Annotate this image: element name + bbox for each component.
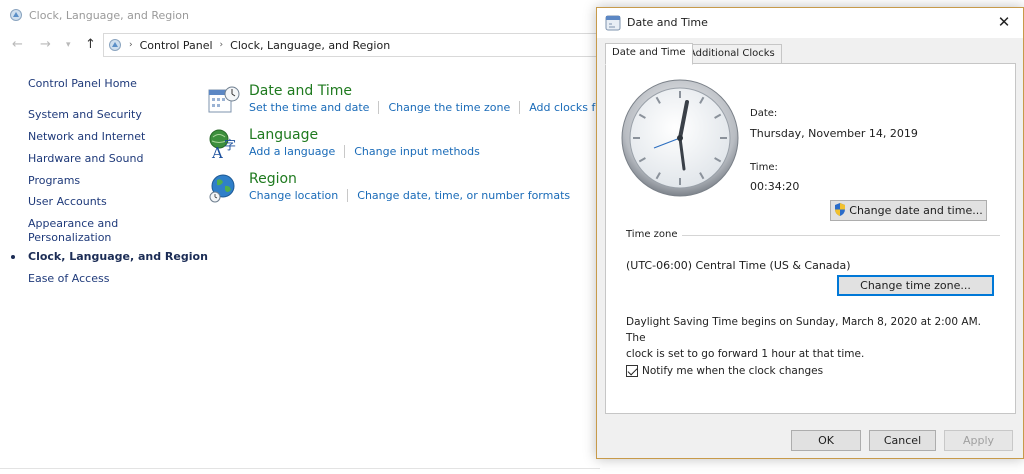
tab-additional-clocks[interactable]: Additional Clocks <box>682 44 782 64</box>
time-zone-value: (UTC-06:00) Central Time (US & Canada) <box>626 259 851 272</box>
uac-shield-icon <box>835 203 846 216</box>
breadcrumb-separator-icon[interactable]: › <box>129 40 133 50</box>
dst-info-line-2: clock is set to go forward 1 hour at tha… <box>626 348 865 360</box>
language-title[interactable]: Language <box>249 127 318 143</box>
clock-icon <box>605 15 621 31</box>
svg-text:A: A <box>211 144 223 160</box>
region-title[interactable]: Region <box>249 171 297 187</box>
navigation-bar: ← → ▾ ↑ › Control Panel › Clock, Languag… <box>0 33 603 57</box>
svg-text:字: 字 <box>224 137 236 152</box>
date-and-time-dialog: Date and Time ✕ Date and Time Additional… <box>596 7 1024 459</box>
dst-info-text: Daylight Saving Time begins on Sunday, M… <box>626 314 996 362</box>
up-icon[interactable]: ↑ <box>85 37 96 52</box>
tab-date-and-time[interactable]: Date and Time <box>605 43 693 65</box>
breadcrumb-separator-icon[interactable]: › <box>220 40 224 50</box>
dst-info-line-1: Daylight Saving Time begins on Sunday, M… <box>626 316 981 344</box>
current-item-bullet <box>11 255 15 259</box>
window-bottom-edge <box>0 468 600 474</box>
globe-clock-icon <box>209 174 235 203</box>
apply-button[interactable]: Apply <box>944 430 1013 451</box>
change-date-and-time-label: Change date and time... <box>849 204 983 217</box>
control-panel-icon <box>109 39 121 51</box>
link-change-time-zone[interactable]: Change the time zone <box>388 101 510 114</box>
link-set-time-and-date[interactable]: Set the time and date <box>249 101 369 114</box>
back-icon[interactable]: ← <box>12 37 23 52</box>
sidebar-item-hardware-and-sound[interactable]: Hardware and Sound <box>28 152 143 166</box>
change-date-and-time-button[interactable]: Change date and time... <box>830 200 987 221</box>
sidebar-item-user-accounts[interactable]: User Accounts <box>28 195 107 209</box>
sidebar-item-ease-of-access[interactable]: Ease of Access <box>28 272 109 286</box>
analog-clock-icon <box>621 79 739 197</box>
language-icon: A 字 <box>209 129 236 160</box>
cancel-button[interactable]: Cancel <box>869 430 936 451</box>
sidebar-item-control-panel-home[interactable]: Control Panel Home <box>28 77 137 91</box>
time-zone-group-label: Time zone <box>626 229 678 240</box>
region-links: Change location Change date, time, or nu… <box>249 189 570 202</box>
link-divider <box>378 101 380 114</box>
notify-checkbox[interactable]: Notify me when the clock changes <box>626 365 823 377</box>
sidebar-item-programs[interactable]: Programs <box>28 174 80 188</box>
sidebar-item-appearance-line1[interactable]: Appearance and <box>28 217 118 231</box>
link-divider <box>344 145 346 158</box>
checkbox-checked-icon[interactable] <box>626 365 638 377</box>
link-change-location[interactable]: Change location <box>249 189 338 202</box>
notify-checkbox-label: Notify me when the clock changes <box>642 365 824 377</box>
window-title-bar: Clock, Language, and Region <box>9 6 189 24</box>
date-label: Date: <box>750 108 778 119</box>
date-value: Thursday, November 14, 2019 <box>750 127 918 140</box>
sidebar-item-appearance-line2[interactable]: Personalization <box>28 231 111 245</box>
date-and-time-links: Set the time and date Change the time zo… <box>249 101 620 114</box>
dialog-title-bar: Date and Time ✕ <box>597 8 1023 38</box>
link-change-input-methods[interactable]: Change input methods <box>354 145 480 158</box>
time-label: Time: <box>750 162 778 173</box>
recent-locations-chevron-icon[interactable]: ▾ <box>66 40 71 50</box>
window-title: Clock, Language, and Region <box>29 8 190 22</box>
language-links: Add a language Change input methods <box>249 145 480 158</box>
sidebar-item-current-label: Clock, Language, and Region <box>28 250 208 263</box>
sidebar-item-system-and-security[interactable]: System and Security <box>28 108 142 122</box>
forward-icon[interactable]: → <box>40 37 51 52</box>
link-divider <box>347 189 349 202</box>
link-add-a-language[interactable]: Add a language <box>249 145 335 158</box>
close-icon[interactable]: ✕ <box>995 13 1013 31</box>
link-divider <box>519 101 521 114</box>
breadcrumb-clock-language-region[interactable]: Clock, Language, and Region <box>230 39 390 52</box>
group-divider <box>682 235 1000 236</box>
control-panel-icon <box>10 9 22 21</box>
link-change-date-time-number-formats[interactable]: Change date, time, or number formats <box>357 189 570 202</box>
ok-button[interactable]: OK <box>791 430 861 451</box>
date-and-time-title[interactable]: Date and Time <box>249 83 352 99</box>
sidebar-item-clock-language-region[interactable]: Clock, Language, and Region <box>11 250 208 264</box>
dialog-title: Date and Time <box>627 16 708 29</box>
tab-panel-date-and-time: Date: Thursday, November 14, 2019 Time: … <box>605 63 1016 414</box>
address-bar[interactable]: › Control Panel › Clock, Language, and R… <box>103 33 603 57</box>
breadcrumb-control-panel[interactable]: Control Panel <box>140 39 213 52</box>
change-time-zone-button[interactable]: Change time zone... <box>837 275 994 296</box>
calendar-clock-icon <box>208 86 240 113</box>
time-value: 00:34:20 <box>750 180 800 193</box>
sidebar-item-network-and-internet[interactable]: Network and Internet <box>28 130 145 144</box>
